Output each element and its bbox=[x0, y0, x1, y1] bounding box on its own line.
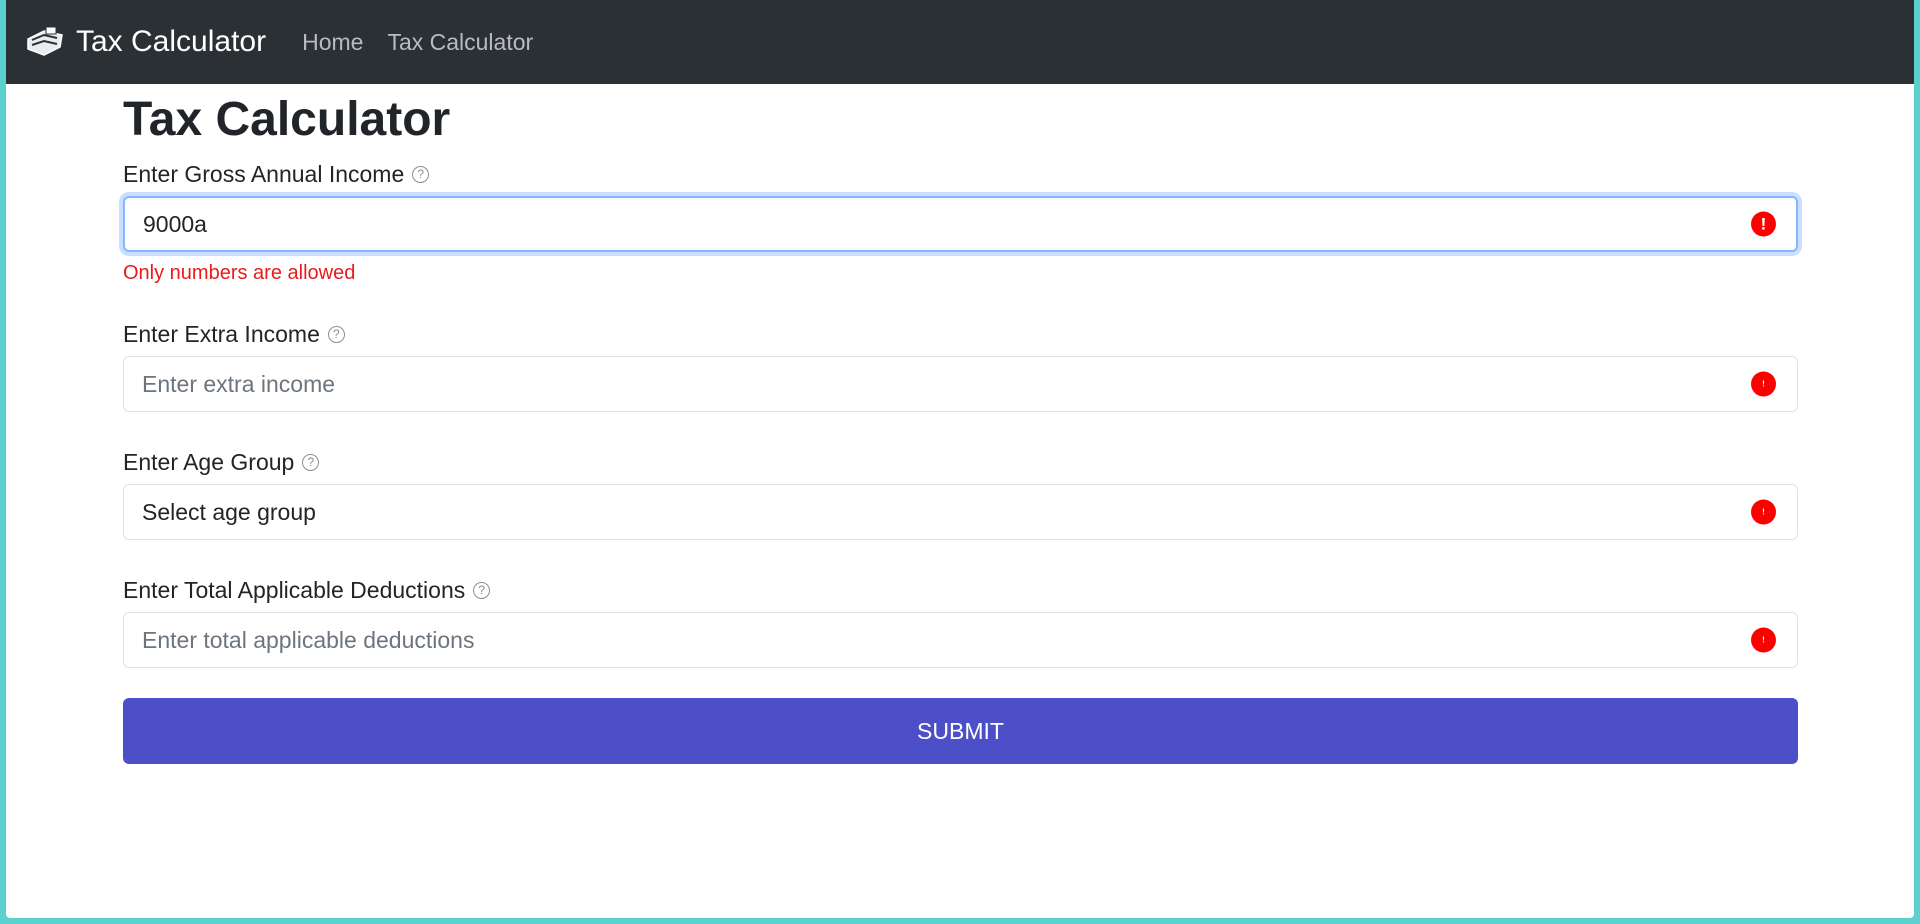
top-navbar: Tax Calculator Home Tax Calculator bbox=[6, 0, 1914, 84]
page-title: Tax Calculator bbox=[123, 93, 451, 146]
help-icon[interactable]: ? bbox=[473, 581, 491, 599]
main-content: Tax Calculator Enter Gross Annual Income… bbox=[123, 84, 1804, 764]
extra-income-label: Enter Extra Income bbox=[123, 320, 320, 347]
deductions-label: Enter Total Applicable Deductions bbox=[123, 576, 466, 603]
extra-income-label-row: Enter Extra Income ? bbox=[123, 318, 1804, 350]
error-icon: ! bbox=[1751, 499, 1776, 525]
error-icon: ! bbox=[1751, 371, 1776, 397]
brand-title: Tax Calculator bbox=[76, 25, 267, 58]
help-icon[interactable]: ? bbox=[302, 453, 320, 471]
submit-button[interactable]: SUBMIT bbox=[123, 698, 1798, 764]
help-icon[interactable]: ? bbox=[327, 325, 345, 343]
calculator-logo-icon bbox=[27, 26, 63, 56]
brand-link[interactable]: Tax Calculator bbox=[24, 25, 266, 59]
gross-income-wrap: ! bbox=[123, 196, 1798, 252]
gross-income-label: Enter Gross Annual Income bbox=[123, 160, 405, 187]
age-group-wrap: Select age group ! bbox=[123, 484, 1798, 540]
age-group-group: Enter Age Group ? Select age group ! bbox=[123, 446, 1804, 540]
error-icon: ! bbox=[1751, 211, 1776, 237]
deductions-label-row: Enter Total Applicable Deductions ? bbox=[123, 574, 1804, 606]
submit-row: SUBMIT bbox=[123, 698, 1804, 764]
error-icon: ! bbox=[1751, 627, 1776, 653]
gross-income-label-row: Enter Gross Annual Income ? bbox=[123, 158, 1804, 190]
age-group-label-row: Enter Age Group ? bbox=[123, 446, 1804, 478]
age-group-select[interactable]: Select age group bbox=[123, 484, 1798, 540]
app-window: Tax Calculator Home Tax Calculator Tax C… bbox=[6, 0, 1914, 918]
age-group-label: Enter Age Group bbox=[123, 448, 295, 475]
gross-income-error: Only numbers are allowed bbox=[123, 262, 356, 284]
extra-income-input[interactable] bbox=[123, 356, 1798, 412]
deductions-input[interactable] bbox=[123, 612, 1798, 668]
deductions-wrap: ! bbox=[123, 612, 1798, 668]
extra-income-group: Enter Extra Income ? ! bbox=[123, 318, 1804, 412]
nav-link-tax-calculator[interactable]: Tax Calculator bbox=[387, 29, 533, 56]
gross-income-input[interactable] bbox=[123, 196, 1798, 252]
help-icon[interactable]: ? bbox=[412, 165, 430, 183]
nav-link-home[interactable]: Home bbox=[302, 29, 363, 56]
gross-income-group: Enter Gross Annual Income ? ! Only numbe… bbox=[123, 158, 1804, 286]
deductions-group: Enter Total Applicable Deductions ? ! bbox=[123, 574, 1804, 668]
extra-income-wrap: ! bbox=[123, 356, 1798, 412]
